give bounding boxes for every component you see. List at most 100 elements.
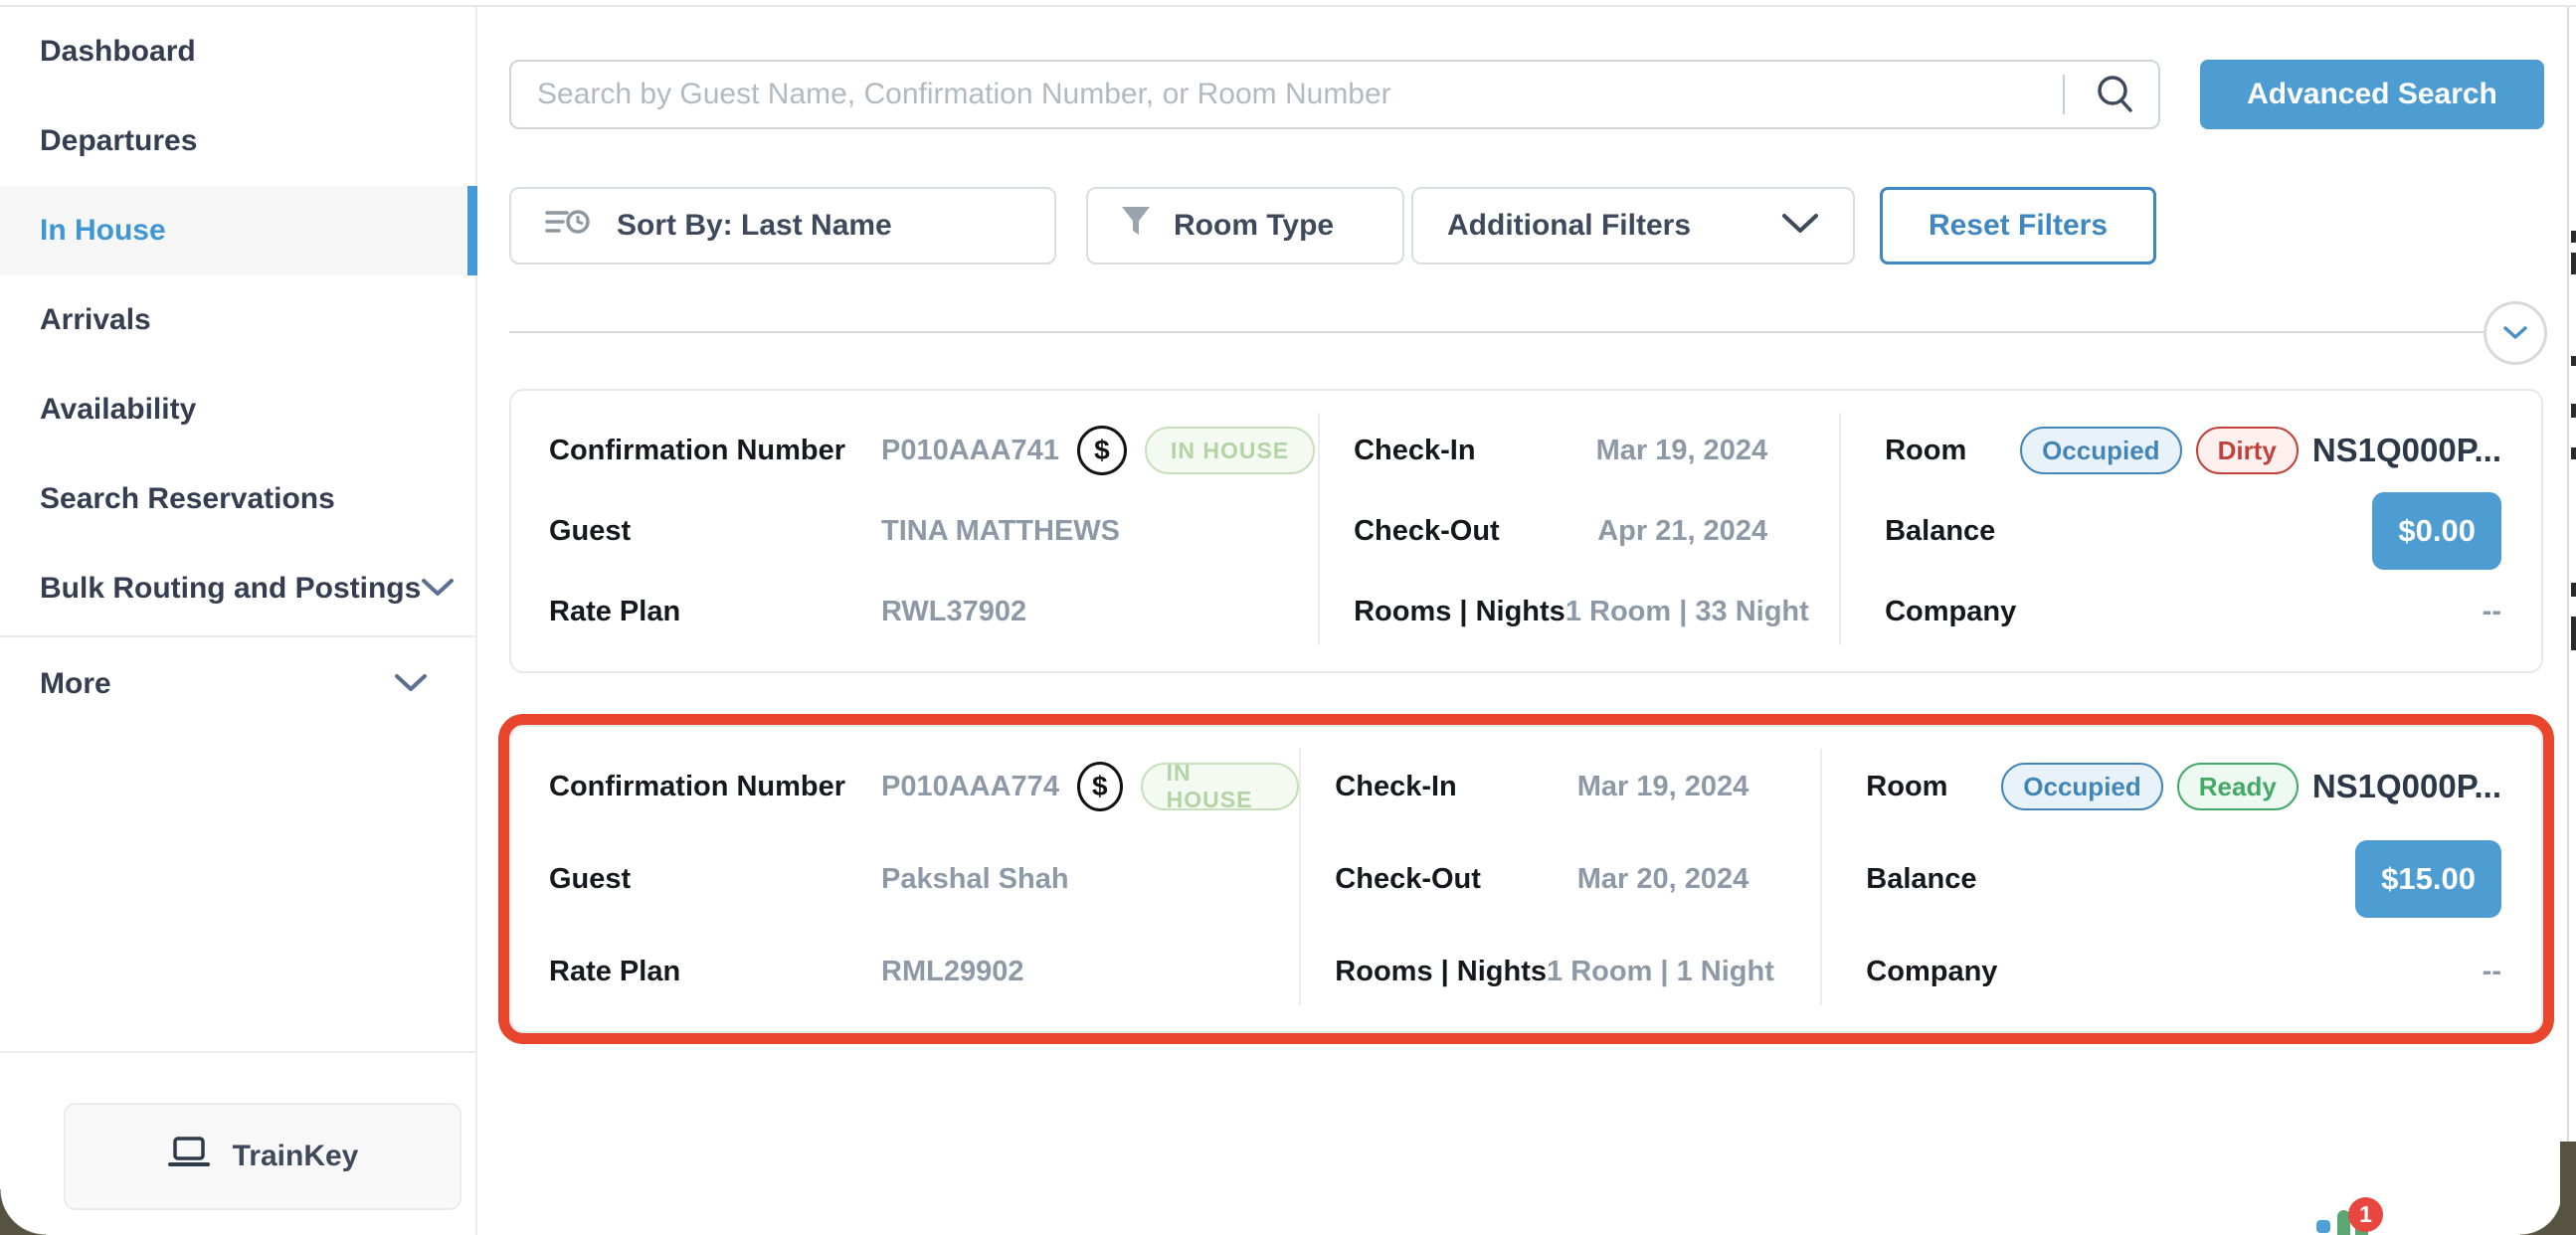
- check-in-label: Check-In: [1335, 771, 1456, 803]
- funnel-icon: [1120, 205, 1152, 247]
- check-out-label: Check-Out: [1335, 863, 1481, 896]
- room-type-label: Room Type: [1174, 209, 1334, 243]
- search-input[interactable]: [511, 78, 2063, 111]
- guest-label: Guest: [549, 863, 881, 896]
- guest-name[interactable]: Pakshal Shah: [881, 863, 1069, 896]
- room-row: Room Occupied Dirty NS1Q000P...: [1885, 427, 2501, 474]
- chevron-down-icon: [421, 572, 455, 606]
- sort-by-button[interactable]: Sort By: Last Name: [509, 187, 1056, 265]
- room-status-pill-ready: Ready: [2177, 763, 2299, 810]
- balance-label: Balance: [1866, 863, 1976, 896]
- balance-label: Balance: [1885, 515, 1995, 548]
- reservation-card-highlighted[interactable]: Confirmation Number P010AAA774 $ IN HOUS…: [509, 725, 2543, 1033]
- edge-artifact: [2571, 583, 2576, 597]
- sidebar-item-departures[interactable]: Departures: [0, 96, 475, 186]
- sidebar-section-divider: [0, 635, 475, 637]
- rooms-nights-label: Rooms | Nights: [1354, 596, 1565, 628]
- check-out-row: Check-Out Mar 20, 2024: [1335, 855, 1748, 903]
- main-content: Advanced Search Sort By: Last Name: [477, 7, 2576, 1235]
- trainkey-button[interactable]: TrainKey: [64, 1103, 461, 1210]
- balance-chip[interactable]: $15.00: [2355, 840, 2501, 918]
- sidebar-item-label: Availability: [40, 393, 196, 427]
- sidebar-item-label: Departures: [40, 124, 197, 158]
- in-house-reservations-screen: Dashboard Departures In House Arrivals A…: [0, 0, 2576, 1235]
- check-out-date: Apr 21, 2024: [1597, 515, 1767, 548]
- balance-row: Balance $0.00: [1885, 507, 2501, 555]
- rate-plan-row: Rate Plan RML29902: [549, 948, 1299, 995]
- rooms-nights-label: Rooms | Nights: [1335, 956, 1547, 988]
- edge-artifact: [2571, 617, 2576, 650]
- room-type-button[interactable]: Room Type: [1086, 187, 1404, 265]
- rooms-nights-value: 1 Room | 1 Night: [1547, 956, 1774, 988]
- confirmation-number[interactable]: P010AAA741: [881, 435, 1059, 467]
- guest-label: Guest: [549, 515, 881, 548]
- card-guest-column: Confirmation Number P010AAA774 $ IN HOUS…: [511, 727, 1299, 1031]
- notification-badge[interactable]: 1: [2348, 1197, 2383, 1232]
- status-badge: IN HOUSE: [1145, 427, 1315, 474]
- sidebar-item-label: Bulk Routing and Postings: [40, 572, 421, 606]
- window-corner-bottom-right: [2520, 1193, 2562, 1235]
- search-icon[interactable]: [2093, 72, 2158, 117]
- edge-artifact: [2571, 253, 2576, 274]
- edge-artifact: [2571, 447, 2576, 459]
- edge-artifact: [2571, 404, 2576, 418]
- sidebar-item-label: In House: [40, 214, 166, 248]
- company-row: Company --: [1866, 948, 2501, 995]
- search-row: Advanced Search: [509, 60, 2543, 129]
- rooms-nights-row: Rooms | Nights 1 Room | 33 Night: [1354, 588, 1767, 635]
- check-in-date: Mar 19, 2024: [1577, 771, 1749, 803]
- check-in-row: Check-In Mar 19, 2024: [1354, 427, 1767, 474]
- rate-plan-label: Rate Plan: [549, 596, 881, 628]
- dollar-circle-icon[interactable]: $: [1077, 426, 1127, 475]
- window-edge-bottom-right: [2560, 1142, 2576, 1235]
- chevron-down-icon: [394, 667, 428, 701]
- search-divider: [2063, 75, 2065, 114]
- advanced-search-button[interactable]: Advanced Search: [2200, 60, 2544, 129]
- check-out-label: Check-Out: [1354, 515, 1500, 548]
- confirmation-value-group: P010AAA774 $ IN HOUSE: [881, 762, 1299, 811]
- additional-filters-button[interactable]: Additional Filters: [1411, 187, 1855, 265]
- additional-filters-label: Additional Filters: [1447, 209, 1691, 243]
- company-label: Company: [1885, 596, 2016, 628]
- trainkey-label: TrainKey: [233, 1140, 359, 1173]
- room-status-pill-dirty: Dirty: [2196, 427, 2299, 474]
- reservation-card[interactable]: Confirmation Number P010AAA741 $ IN HOUS…: [509, 389, 2543, 673]
- rate-plan-value: RWL37902: [881, 596, 1026, 628]
- company-row: Company --: [1885, 588, 2501, 635]
- card-room-column: Room Occupied Ready NS1Q000P... Balance …: [1822, 727, 2541, 1031]
- balance-row: Balance $15.00: [1866, 855, 2501, 903]
- room-label: Room: [1885, 435, 2020, 467]
- card-dates-column: Check-In Mar 19, 2024 Check-Out Apr 21, …: [1318, 391, 1841, 671]
- confirmation-number[interactable]: P010AAA774: [881, 771, 1059, 803]
- collapse-toggle[interactable]: [2484, 301, 2547, 365]
- sidebar-item-bulk-routing[interactable]: Bulk Routing and Postings: [0, 544, 475, 633]
- sidebar-item-arrivals[interactable]: Arrivals: [0, 275, 475, 365]
- check-in-date: Mar 19, 2024: [1596, 435, 1768, 467]
- sidebar-item-availability[interactable]: Availability: [0, 365, 475, 454]
- confirmation-value-group: P010AAA741 $ IN HOUSE: [881, 426, 1315, 475]
- card-guest-column: Confirmation Number P010AAA741 $ IN HOUS…: [511, 391, 1318, 671]
- status-badge: IN HOUSE: [1141, 763, 1300, 810]
- guest-row: Guest TINA MATTHEWS: [549, 507, 1318, 555]
- reset-filters-button[interactable]: Reset Filters: [1880, 187, 2156, 265]
- balance-chip[interactable]: $0.00: [2372, 492, 2501, 570]
- rate-plan-label: Rate Plan: [549, 956, 881, 988]
- check-in-label: Check-In: [1354, 435, 1475, 467]
- guest-name[interactable]: TINA MATTHEWS: [881, 515, 1120, 548]
- sidebar-nav: Dashboard Departures In House Arrivals A…: [0, 7, 477, 1235]
- confirmation-row: Confirmation Number P010AAA774 $ IN HOUS…: [549, 763, 1299, 810]
- dollar-circle-icon[interactable]: $: [1077, 762, 1123, 811]
- room-number[interactable]: NS1Q000P...: [2312, 432, 2501, 469]
- confirmation-label: Confirmation Number: [549, 435, 881, 467]
- room-status-pill-occupied: Occupied: [2001, 763, 2162, 810]
- sidebar-item-dashboard[interactable]: Dashboard: [0, 7, 475, 96]
- sidebar-item-more[interactable]: More: [0, 639, 475, 729]
- divider-line: [509, 331, 2488, 333]
- confirmation-row: Confirmation Number P010AAA741 $ IN HOUS…: [549, 427, 1318, 474]
- sidebar-item-search-reservations[interactable]: Search Reservations: [0, 454, 475, 544]
- company-label: Company: [1866, 956, 1997, 988]
- sidebar-item-in-house[interactable]: In House: [0, 186, 475, 275]
- room-number[interactable]: NS1Q000P...: [2312, 768, 2501, 805]
- sidebar-item-label: More: [40, 667, 111, 701]
- sort-by-label: Sort By: Last Name: [617, 209, 892, 243]
